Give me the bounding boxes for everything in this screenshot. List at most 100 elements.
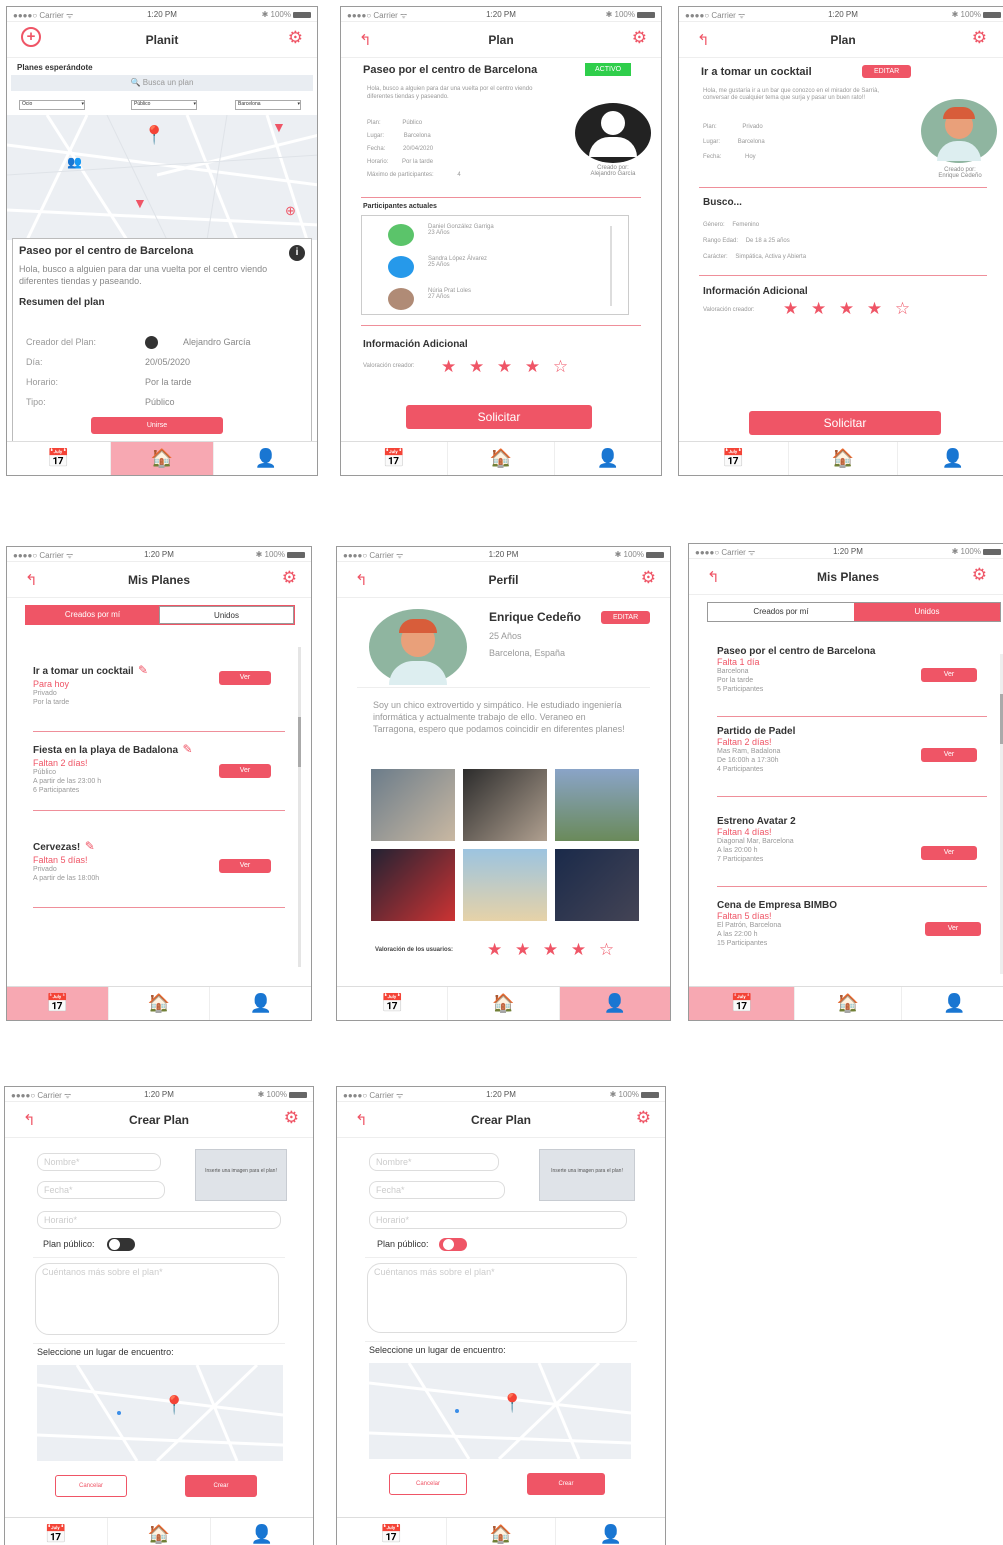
cocktail-marker-icon[interactable]: ▼ <box>133 195 147 211</box>
view-button[interactable]: Ver <box>219 764 271 778</box>
creator-avatar[interactable] <box>921 99 997 163</box>
filter-type[interactable]: Público ▾ <box>131 100 197 110</box>
map-pin-icon[interactable]: 📍 <box>163 1395 185 1416</box>
tab-calendar[interactable]: 📅 <box>7 987 109 1020</box>
view-button[interactable]: Ver <box>921 668 977 682</box>
tab-home[interactable]: 🏠 <box>108 1518 211 1545</box>
view-button[interactable]: Ver <box>921 846 977 860</box>
time-field[interactable]: Horario* <box>37 1211 281 1229</box>
group-marker-icon[interactable]: 👥 <box>67 155 82 169</box>
name-field[interactable]: Nombre* <box>37 1153 161 1171</box>
search-input[interactable]: 🔍 Busca un plan <box>11 75 313 91</box>
settings-icon[interactable]: ⚙ <box>284 1108 299 1128</box>
tab-created[interactable]: Creados por mí <box>708 603 854 621</box>
settings-icon[interactable]: ⚙ <box>282 568 297 588</box>
create-button[interactable]: Crear <box>185 1475 257 1497</box>
list-item[interactable]: Cervezas! ✎ Faltan 5 días! Privado A part… <box>33 837 271 897</box>
description-field[interactable]: Cuéntanos más sobre el plan* <box>35 1263 279 1335</box>
list-item[interactable]: Cena de Empresa BIMBO Faltan 5 días! El P… <box>717 900 981 970</box>
tab-profile[interactable]: 👤 <box>211 1518 313 1545</box>
view-button[interactable]: Ver <box>219 671 271 685</box>
tab-joined[interactable]: Unidos <box>854 603 1000 621</box>
image-placeholder[interactable]: Inserte una imagen para el plan! <box>539 1149 635 1201</box>
edit-icon[interactable]: ✎ <box>183 742 193 756</box>
tab-calendar[interactable]: 📅 <box>7 442 111 475</box>
date-field[interactable]: Fecha* <box>37 1181 165 1199</box>
public-toggle[interactable] <box>107 1238 136 1251</box>
time-field[interactable]: Horario* <box>369 1211 627 1229</box>
image-placeholder[interactable]: Inserte una imagen para el plan! <box>195 1149 287 1201</box>
scrollbar[interactable] <box>298 647 301 967</box>
settings-icon[interactable]: ⚙ <box>972 28 987 48</box>
photo[interactable] <box>463 849 547 921</box>
tab-created[interactable]: Creados por mí <box>26 606 159 624</box>
creator-avatar[interactable] <box>575 103 651 163</box>
tab-home[interactable]: 🏠 <box>447 1518 557 1545</box>
cancel-button[interactable]: Cancelar <box>389 1473 467 1495</box>
cancel-button[interactable]: Cancelar <box>55 1475 127 1497</box>
tab-profile[interactable]: 👤 <box>902 987 1003 1020</box>
tab-calendar[interactable]: 📅 <box>337 987 449 1020</box>
request-button[interactable]: Solicitar <box>406 405 592 429</box>
filter-city[interactable]: Barcelona ▾ <box>235 100 301 110</box>
request-button[interactable]: Solicitar <box>749 411 941 435</box>
name-field[interactable]: Nombre* <box>369 1153 499 1171</box>
list-item[interactable]: Sandra López Álvarez 25 Años <box>388 256 487 278</box>
tab-calendar[interactable]: 📅 <box>341 442 448 475</box>
tab-calendar[interactable]: 📅 <box>337 1518 447 1545</box>
date-field[interactable]: Fecha* <box>369 1181 505 1199</box>
edit-button[interactable]: EDITAR <box>601 611 651 624</box>
public-toggle[interactable] <box>439 1238 468 1251</box>
view-button[interactable]: Ver <box>921 748 977 762</box>
tab-home[interactable]: 🏠 <box>789 442 899 475</box>
tab-calendar[interactable]: 📅 <box>689 987 796 1020</box>
photo[interactable] <box>371 849 455 921</box>
settings-icon[interactable]: ⚙ <box>288 28 303 48</box>
view-button[interactable]: Ver <box>219 859 271 873</box>
settings-icon[interactable]: ⚙ <box>972 565 987 585</box>
list-item[interactable]: Daniel González Garriga 23 Años <box>388 224 494 246</box>
photo[interactable] <box>463 769 547 841</box>
scrollbar[interactable] <box>610 226 612 306</box>
tab-calendar[interactable]: 📅 <box>679 442 789 475</box>
tab-profile[interactable]: 👤 <box>555 442 661 475</box>
filter-category[interactable]: Ocio ▾ <box>19 100 85 110</box>
plan-card[interactable]: Paseo por el centro de Barcelona i Hola,… <box>12 238 312 442</box>
description-field[interactable]: Cuéntanos más sobre el plan* <box>367 1263 627 1333</box>
map[interactable]: 📍 <box>369 1363 631 1459</box>
info-icon[interactable]: i <box>289 245 305 261</box>
edit-icon[interactable]: ✎ <box>85 839 95 853</box>
sport-marker-icon[interactable]: ⊕ <box>285 203 296 219</box>
photo[interactable] <box>555 769 639 841</box>
list-item[interactable]: Núria Prat Loles 27 Años <box>388 288 471 310</box>
map-pin-icon[interactable]: 📍 <box>143 125 165 146</box>
cocktail-marker-icon[interactable]: ▼ <box>272 119 286 135</box>
map[interactable]: 📍 <box>37 1365 283 1461</box>
tab-joined[interactable]: Unidos <box>159 606 294 624</box>
settings-icon[interactable]: ⚙ <box>636 1108 651 1128</box>
tab-home[interactable]: 🏠 <box>110 442 215 475</box>
map[interactable]: 📍 👥 ▼ ▼ ⊕ <box>7 115 317 240</box>
participants-list[interactable]: Daniel González Garriga 23 Años Sandra Ló… <box>361 215 629 315</box>
tab-profile[interactable]: 👤 <box>214 442 317 475</box>
tab-profile[interactable]: 👤 <box>556 1518 665 1545</box>
tab-home[interactable]: 🏠 <box>448 987 560 1020</box>
view-button[interactable]: Ver <box>925 922 981 936</box>
tab-home[interactable]: 🏠 <box>448 442 555 475</box>
tab-home[interactable]: 🏠 <box>109 987 211 1020</box>
avatar[interactable] <box>369 609 467 685</box>
tab-profile[interactable]: 👤 <box>898 442 1003 475</box>
create-button[interactable]: Crear <box>527 1473 605 1495</box>
list-item[interactable]: Partido de Padel Faltan 2 días! Mas Ram, … <box>717 726 977 796</box>
join-button[interactable]: Unirse <box>91 417 223 434</box>
tab-profile[interactable]: 👤 <box>559 987 670 1020</box>
settings-icon[interactable]: ⚙ <box>632 28 647 48</box>
list-item[interactable]: Ir a tomar un cocktail ✎ Para hoy Privad… <box>33 661 271 731</box>
edit-icon[interactable]: ✎ <box>138 663 148 677</box>
photo[interactable] <box>555 849 639 921</box>
photo[interactable] <box>371 769 455 841</box>
settings-icon[interactable]: ⚙ <box>641 568 656 588</box>
map-pin-icon[interactable]: 📍 <box>501 1393 523 1414</box>
tab-profile[interactable]: 👤 <box>210 987 311 1020</box>
tab-home[interactable]: 🏠 <box>795 987 902 1020</box>
